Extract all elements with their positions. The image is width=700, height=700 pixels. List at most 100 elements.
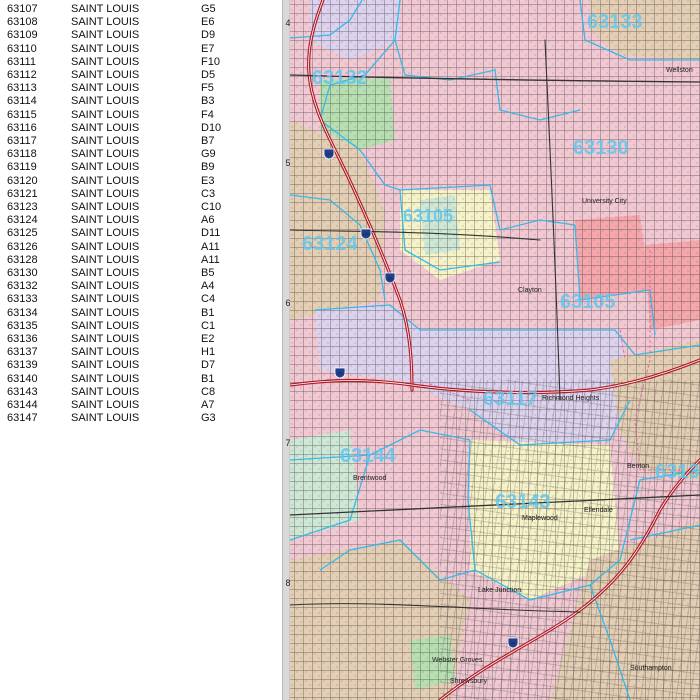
zip-index-row: 63113 SAINT LOUIS F5 — [7, 82, 261, 95]
place-label: Shrewsbury — [450, 678, 487, 685]
zip-code: 63116 — [7, 121, 37, 134]
shield-number: 170 — [326, 152, 333, 157]
zip-code: 63147 — [7, 412, 38, 425]
zip-index-row: 63132 SAINT LOUIS A4 — [7, 280, 261, 293]
interstate-shield: 170 — [323, 148, 335, 160]
grid-ref: B7 — [201, 135, 215, 148]
zip-code: 63110 — [7, 42, 37, 55]
city-name: SAINT LOUIS — [71, 359, 140, 372]
grid-ref: G9 — [201, 148, 216, 161]
zip-code: 63144 — [7, 399, 38, 412]
zip-index-row: 63120 SAINT LOUIS E3 — [7, 175, 261, 188]
place-label: Southampton — [630, 665, 672, 672]
city-name: SAINT LOUIS — [71, 55, 140, 68]
grid-ref: D9 — [201, 29, 216, 42]
city-name: SAINT LOUIS — [71, 399, 140, 412]
shield-number: 170 — [363, 232, 370, 237]
city-name: SAINT LOUIS — [71, 385, 140, 398]
zip-code: 63111 — [7, 55, 36, 68]
zip-code: 63139 — [7, 359, 38, 372]
zip-index-row: 63121 SAINT LOUIS C3 — [7, 188, 261, 201]
zip-index-row: 63109 SAINT LOUIS D9 — [7, 29, 261, 42]
interstate-shield: 170 — [360, 228, 372, 240]
grid-ref: A6 — [201, 214, 215, 227]
zip-code: 63108 — [7, 16, 38, 29]
grid-ref: F10 — [201, 55, 220, 68]
zip-index-row: 63119 SAINT LOUIS B9 — [7, 161, 261, 174]
zip-label: 63132 — [312, 67, 368, 89]
city-name: SAINT LOUIS — [71, 293, 140, 306]
grid-ref: G3 — [201, 412, 216, 425]
grid-ref: A11 — [201, 253, 220, 266]
zip-index-row: 63118 SAINT LOUIS G9 — [7, 148, 261, 161]
shield-number: 64 — [338, 371, 343, 376]
city-name: SAINT LOUIS — [71, 333, 140, 346]
zip-label: 63130 — [573, 137, 629, 159]
zip-label: 63105 — [560, 291, 616, 313]
grid-ref: A11 — [201, 240, 220, 253]
place-label: Ellendale — [584, 507, 613, 514]
zip-code: 63121 — [7, 187, 38, 200]
city-name: SAINT LOUIS — [71, 82, 140, 95]
city-name: SAINT LOUIS — [71, 42, 140, 55]
zip-index-row: 63116 SAINT LOUIS D10 — [7, 122, 261, 135]
city-name: SAINT LOUIS — [71, 174, 140, 187]
zip-code-map[interactable]: 170 170 64 64 44 63133 63132 63130 63105 63124 63… — [290, 0, 700, 700]
grid-ref: H1 — [201, 346, 216, 359]
zip-code: 63115 — [7, 108, 37, 121]
grid-ref: G5 — [201, 3, 216, 15]
city-name: SAINT LOUIS — [71, 29, 140, 42]
grid-ref: D7 — [201, 359, 216, 372]
grid-ref: B1 — [201, 372, 215, 385]
zip-label: 63133 — [587, 11, 643, 33]
grid-ref: D11 — [201, 227, 221, 240]
city-name: SAINT LOUIS — [71, 108, 140, 121]
city-name: SAINT LOUIS — [71, 306, 140, 319]
zip-code: 63134 — [7, 306, 38, 319]
zip-code: 63107 — [7, 3, 38, 15]
zip-code: 63112 — [7, 69, 37, 82]
place-label: Benton — [627, 463, 649, 470]
place-label: Lake Junction — [478, 587, 521, 594]
zip-code: 63109 — [7, 29, 38, 42]
zip-index-row: 63108 SAINT LOUIS E6 — [7, 16, 261, 29]
zip-code: 63140 — [7, 372, 38, 385]
grid-ruler — [282, 0, 290, 700]
city-name: SAINT LOUIS — [71, 148, 140, 161]
city-name: SAINT LOUIS — [71, 346, 140, 359]
zip-index-row: 63140 SAINT LOUIS B1 — [7, 373, 261, 386]
zip-index-row: 63144 SAINT LOUIS A7 — [7, 399, 261, 412]
grid-ref: C10 — [201, 201, 222, 214]
place-label: University City — [582, 198, 627, 205]
zip-index-row: 63123 SAINT LOUIS C10 — [7, 201, 261, 214]
zip-code: 63135 — [7, 319, 38, 332]
zip-code: 63120 — [7, 174, 38, 187]
grid-ref: A7 — [201, 399, 215, 412]
grid-ref: F5 — [201, 82, 214, 95]
zip-code: 63124 — [7, 214, 38, 227]
zip-code: 63123 — [7, 201, 38, 214]
zip-code: 63125 — [7, 227, 38, 240]
zip-code: 63143 — [7, 385, 38, 398]
zip-index-panel: 63107 SAINT LOUIS G5 63108 SAINT LOUIS E6 6310… — [0, 0, 282, 700]
city-name: SAINT LOUIS — [71, 372, 140, 385]
city-name: SAINT LOUIS — [71, 412, 140, 425]
zip-index-row: 63112 SAINT LOUIS D5 — [7, 69, 261, 82]
zip-code: 63113 — [7, 82, 37, 95]
grid-ref: A4 — [201, 280, 215, 293]
zip-index-row: 63126 SAINT LOUIS A11 — [7, 241, 261, 254]
city-name: SAINT LOUIS — [71, 187, 140, 200]
city-name: SAINT LOUIS — [71, 69, 140, 82]
zip-index-row: 63133 SAINT LOUIS C4 — [7, 293, 261, 306]
zip-index-row: 63143 SAINT LOUIS C8 — [7, 386, 261, 399]
zip-index-row: 63110 SAINT LOUIS E7 — [7, 43, 261, 56]
zip-label: 63117 — [483, 388, 538, 410]
grid-ref: E3 — [201, 174, 215, 187]
zip-code: 63119 — [7, 161, 37, 174]
zip-index-row: 63111 SAINT LOUIS F10 — [7, 56, 261, 69]
place-label: Wellston — [666, 67, 693, 74]
grid-ref: B5 — [201, 267, 215, 280]
zip-code: 63133 — [7, 293, 38, 306]
city-name: SAINT LOUIS — [71, 280, 140, 293]
zip-index-row: 63130 SAINT LOUIS B5 — [7, 267, 261, 280]
